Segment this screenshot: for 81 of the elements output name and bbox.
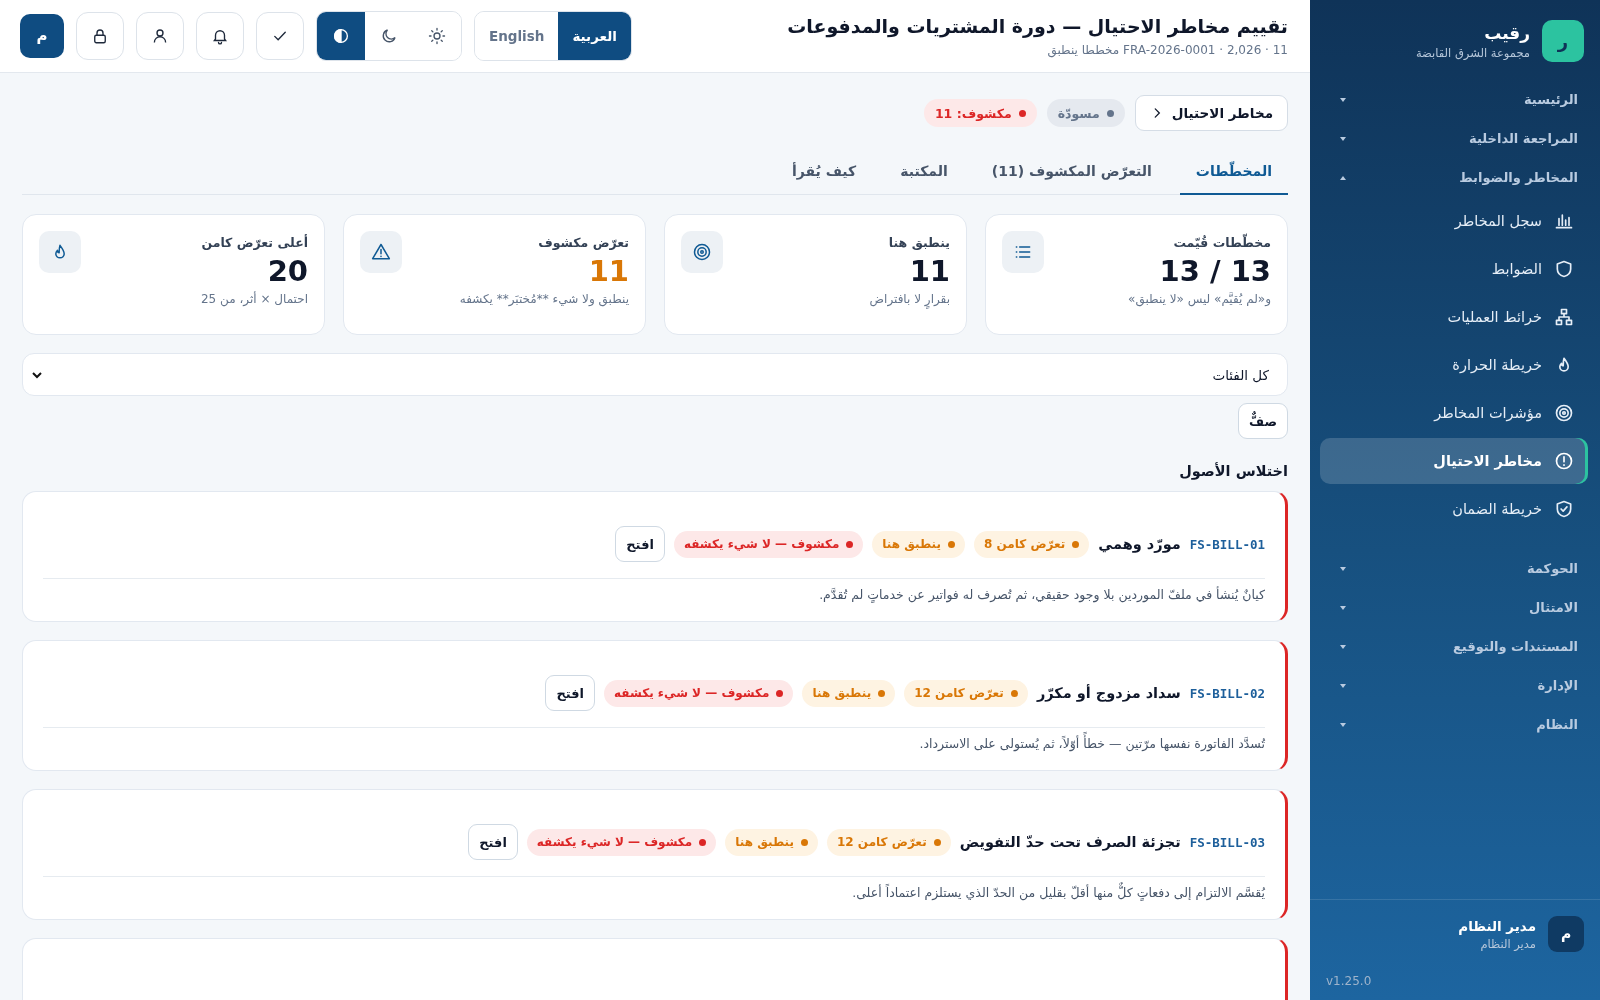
tab[interactable]: التعرّض المكشوف (11) xyxy=(975,151,1168,195)
nav-group[interactable]: الإدارة xyxy=(1320,666,1588,705)
scheme-title: سداد مزدوج أو مكرّر xyxy=(1036,685,1181,701)
status-pill: مسودّة xyxy=(1046,99,1125,127)
scheme-description: كيانٌ يُنشأ في ملفّ الموردين بلا وجود حقيقي، ثم تُصرف له فواتير عن خدماتٍ لم تُقدَّم. xyxy=(818,587,1265,602)
scheme-title: تجزئة الصرف تحت حدّ التفويض xyxy=(959,834,1181,850)
version-label: v1.25.0 xyxy=(1326,974,1372,988)
brand-name: رقيب xyxy=(1483,22,1530,43)
hierarchy-icon xyxy=(1554,307,1574,327)
avatar-button[interactable]: م xyxy=(20,14,64,58)
status-tag: ينطبق هنا xyxy=(725,828,818,856)
warning-icon xyxy=(360,231,402,273)
stat-note: ينطبق ولا شيء **مُختبَر** يكشفه xyxy=(459,292,629,306)
nav-item[interactable]: مؤشرات المخاطر xyxy=(1320,390,1588,436)
target-icon xyxy=(681,231,723,273)
stat-label: أعلى تعرّض كامن xyxy=(201,235,308,250)
stat-value: 20 xyxy=(266,254,308,288)
list-icon xyxy=(1002,231,1044,273)
scheme-title: مورّد وهمي xyxy=(1098,536,1181,552)
nav-group[interactable]: الامتثال xyxy=(1320,588,1588,627)
stat-label: مخطّطات قُيّمت xyxy=(1172,235,1271,250)
row-button[interactable]: صفٌّ xyxy=(1237,403,1288,439)
stat-value: 11 xyxy=(587,254,629,288)
scheme-id: FS-BILL-01 xyxy=(1189,536,1265,552)
status-tag: تعرّض كامن 12 xyxy=(904,679,1028,707)
tab[interactable]: المخطّطات xyxy=(1179,151,1288,195)
lock-icon[interactable] xyxy=(76,12,124,60)
scheme-id: FS-BILL-03 xyxy=(1189,834,1265,850)
scheme-id: FS-BILL-02 xyxy=(1189,685,1265,701)
nav-group[interactable]: النظام xyxy=(1320,705,1588,744)
open-button[interactable]: افتح xyxy=(545,675,596,711)
nav-group[interactable]: المستندات والتوقيع xyxy=(1320,627,1588,666)
stat-label: تعرّض مكشوف xyxy=(537,235,629,250)
organization-name: مجموعة الشرق القابضة xyxy=(1415,45,1530,60)
target-icon xyxy=(1554,403,1574,423)
nav-item[interactable]: الضوابط xyxy=(1320,246,1588,292)
nav-item[interactable]: خريطة الضمان xyxy=(1320,486,1588,532)
open-button[interactable]: افتح xyxy=(468,824,518,860)
check-icon[interactable] xyxy=(256,12,304,60)
status-tag: مكشوف — لا شيء يكشفه xyxy=(673,530,864,558)
status-tag: مكشوف — لا شيء يكشفه xyxy=(604,679,794,707)
tab[interactable]: المكتبة xyxy=(884,151,964,195)
nav-group[interactable]: المخاطر والضوابط xyxy=(1320,158,1588,197)
status-tag: ينطبق هنا xyxy=(802,679,896,707)
language-option[interactable]: العربية xyxy=(558,12,631,60)
user-icon[interactable] xyxy=(136,12,184,60)
bell-icon[interactable] xyxy=(196,12,244,60)
tab[interactable]: كيف يُقرأ xyxy=(775,151,873,195)
nav-group[interactable]: الحوكمة xyxy=(1320,549,1588,588)
flame-icon xyxy=(39,231,81,273)
back-button[interactable]: مخاطر الاحتيال xyxy=(1134,95,1288,131)
nav-item[interactable]: خرائط العمليات xyxy=(1320,294,1588,340)
stat-value: 11 xyxy=(908,254,950,288)
shield-icon xyxy=(1554,259,1574,279)
user-avatar[interactable]: م xyxy=(1548,916,1584,952)
shield-check-icon xyxy=(1554,499,1574,519)
status-pill: مكشوف: 11 xyxy=(923,99,1037,127)
status-tag: تعرّض كامن 12 xyxy=(827,828,951,856)
nav-item[interactable]: خريطة الحرارة xyxy=(1320,342,1588,388)
nav-group[interactable]: المراجعة الداخلية xyxy=(1320,119,1588,158)
nav-group[interactable]: الرئيسية xyxy=(1320,80,1588,119)
stat-note: و«لم يُقيَّم» ليس «لا ينطبق» xyxy=(1128,292,1271,306)
category-select[interactable]: كل الفئات xyxy=(22,353,1288,396)
status-tag: ينطبق هنا xyxy=(872,530,966,558)
stat-note: احتمال × أثر، من 25 xyxy=(201,292,308,306)
status-tag: تعرّض كامن 8 xyxy=(974,530,1090,558)
nav-item[interactable]: سجل المخاطر xyxy=(1320,198,1588,244)
page-title: تقييم مخاطر الاحتيال — دورة المشتريات والمدفوعات xyxy=(787,15,1288,37)
user-name: مدير النظام xyxy=(1458,917,1536,934)
page-subtitle: 11 · 2,026 · FRA-2026-0001 مخططا ينطبق xyxy=(1046,43,1288,57)
status-tag: مكشوف — لا شيء يكشفه xyxy=(526,828,717,856)
brand-logo: ر xyxy=(1542,20,1584,62)
contrast-icon[interactable] xyxy=(317,12,365,60)
alert-icon xyxy=(1554,451,1574,471)
bar-chart-icon xyxy=(1554,211,1574,231)
nav-item[interactable]: مخاطر الاحتيال xyxy=(1320,438,1588,484)
user-role: مدير النظام xyxy=(1479,936,1536,951)
stat-label: ينطبق هنا xyxy=(887,235,950,250)
section-heading: اختلاس الأصول xyxy=(1178,463,1288,479)
open-button[interactable]: افتح xyxy=(615,526,665,562)
stat-value: 13 / 13 xyxy=(1158,254,1271,288)
